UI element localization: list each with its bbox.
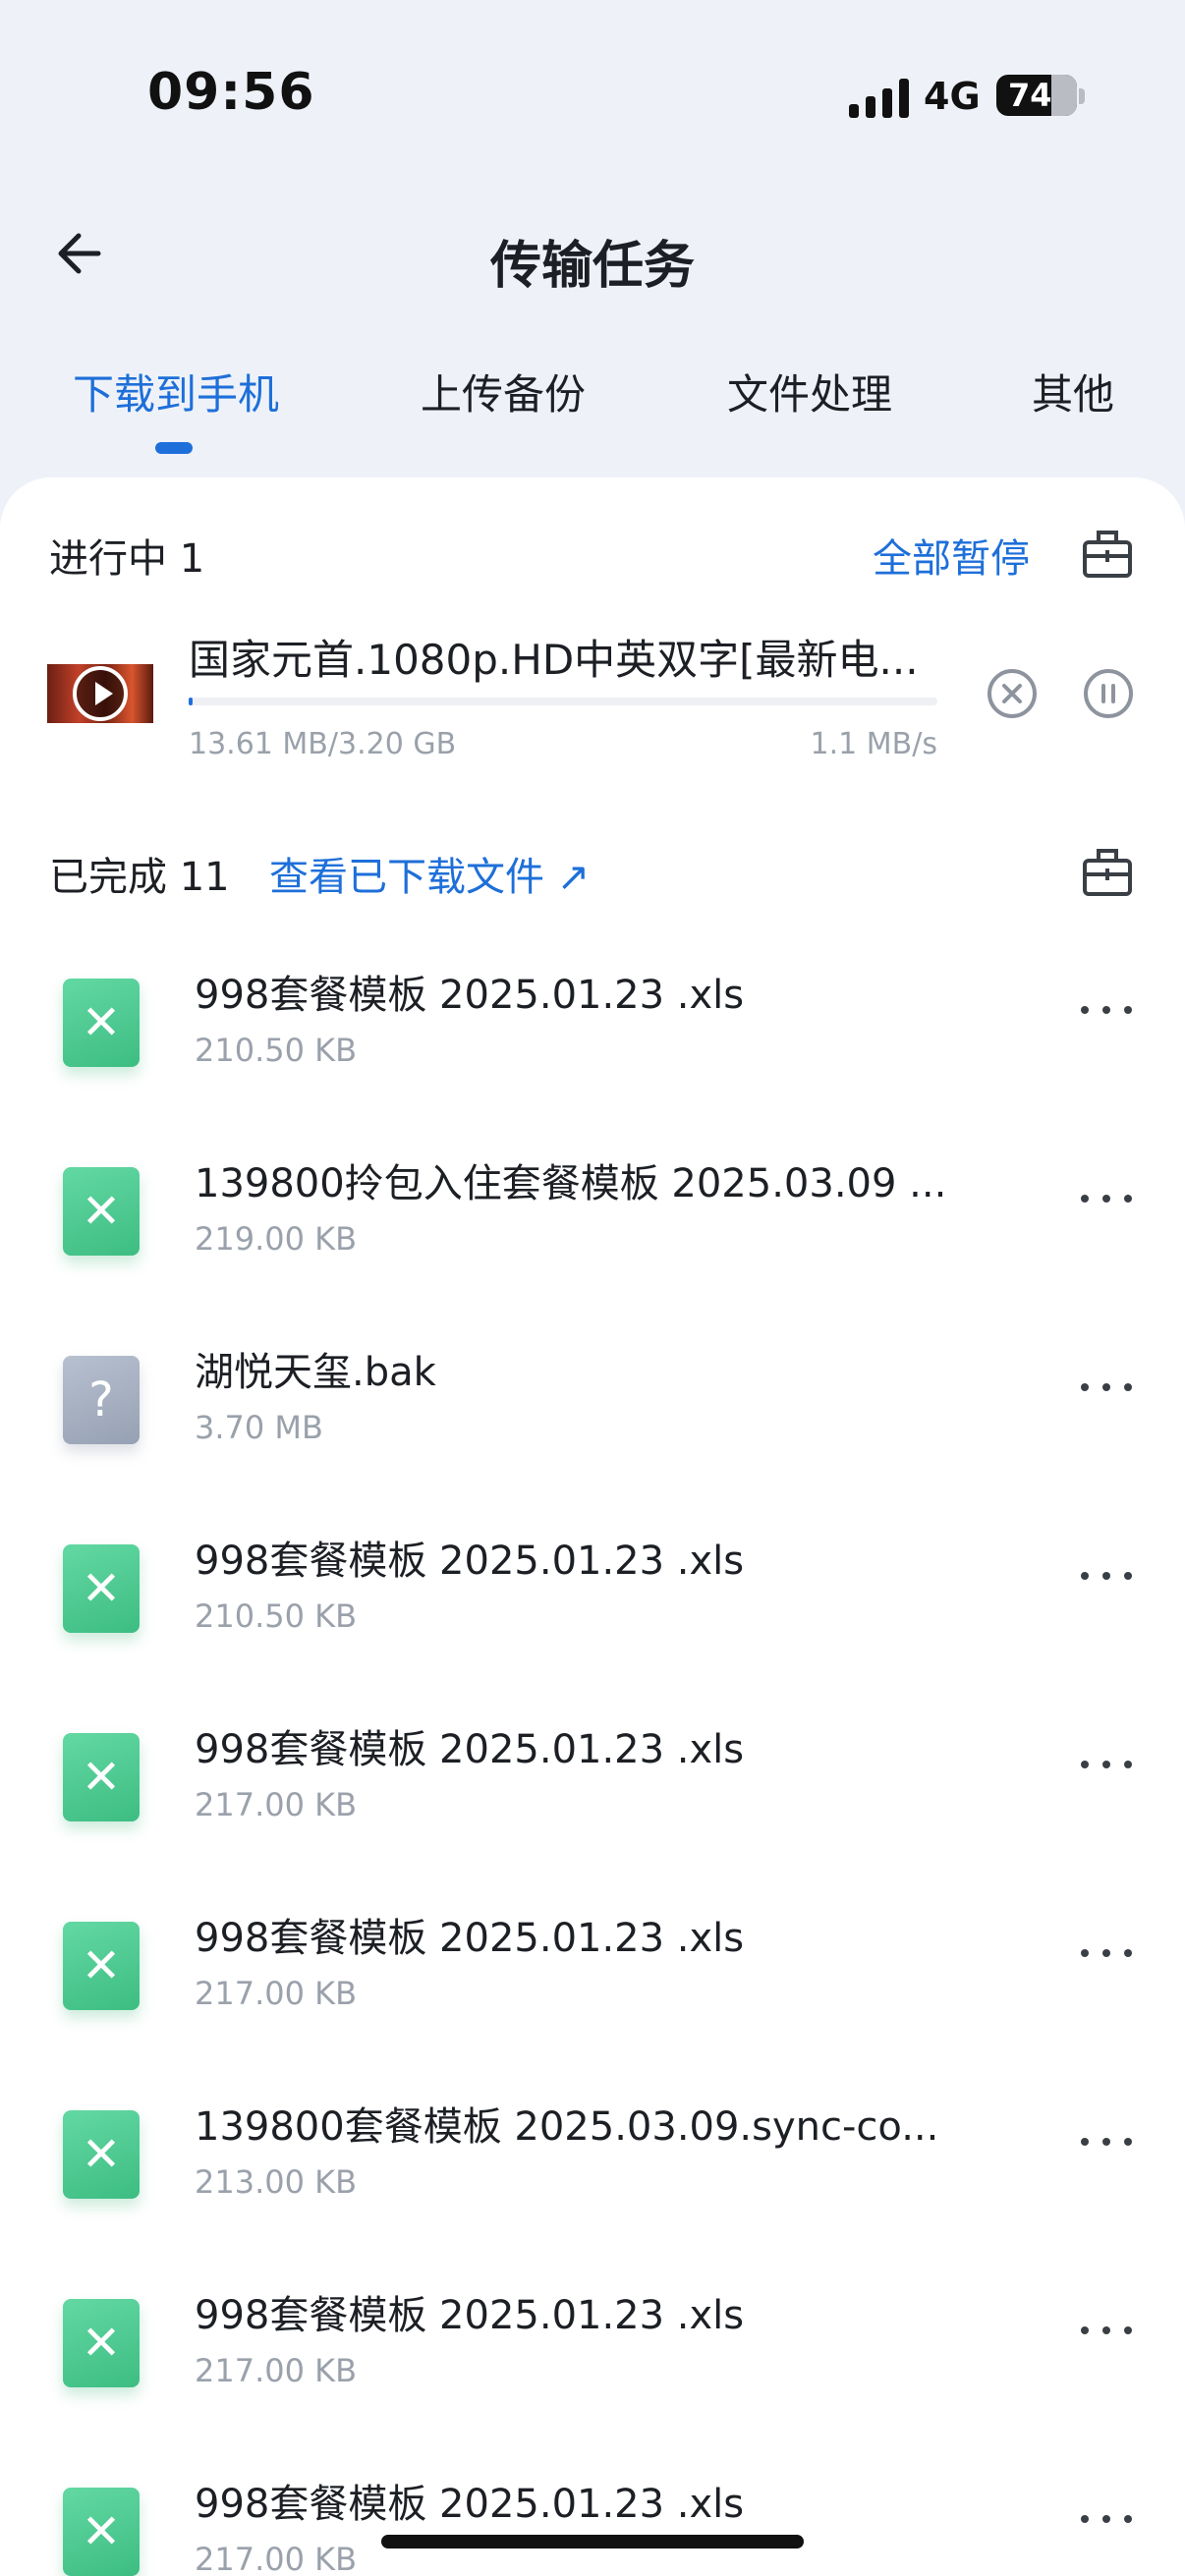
file-size: 217.00 KB [195,1786,358,1823]
page-title: 传输任务 [489,237,695,296]
video-thumbnail[interactable] [47,664,153,723]
file-name: 998套餐模板 2025.01.23 .xls [195,2293,745,2338]
file-row[interactable]: ✕ 139800套餐模板 2025.03.09.sync-co... 213.00 … [0,2075,1185,2264]
more-options-icon[interactable] [1081,1189,1136,1208]
more-options-icon[interactable] [1081,1566,1136,1586]
excel-file-icon: ✕ [63,1922,140,2010]
excel-file-icon: ✕ [63,979,140,1067]
view-downloaded-files-link[interactable]: 查看已下载文件 ↗ [269,845,590,902]
file-name: 998套餐模板 2025.01.23 .xls [195,1539,745,1584]
download-progress-fill [189,698,193,705]
more-options-icon[interactable] [1081,2321,1136,2340]
toolbox-icon[interactable] [1081,527,1134,580]
cancel-download-icon[interactable] [987,668,1038,719]
file-size: 217.00 KB [195,2352,358,2389]
in-progress-label: 进行中 1 [49,536,205,582]
back-arrow-icon[interactable] [51,224,110,283]
more-options-icon[interactable] [1081,1377,1136,1397]
pause-download-icon[interactable] [1083,668,1134,719]
tab-file-processing[interactable]: 文件处理 [727,362,892,421]
file-row[interactable]: ✕ 998套餐模板 2025.01.23 .xls 217.00 KB [0,2452,1185,2576]
excel-file-icon: ✕ [63,2488,140,2576]
excel-file-icon: ✕ [63,2110,140,2199]
completed-label: 已完成 11 [49,855,230,900]
file-row[interactable]: ✕ 998套餐模板 2025.01.23 .xls 217.00 KB [0,1886,1185,2075]
file-row[interactable]: ✕ 998套餐模板 2025.01.23 .xls 217.00 KB [0,1698,1185,1886]
more-options-icon[interactable] [1081,1755,1136,1774]
file-size: 213.00 KB [195,2163,358,2201]
more-options-icon[interactable] [1081,1943,1136,1963]
unknown-file-icon: ? [63,1356,140,1444]
excel-file-icon: ✕ [63,1733,140,1821]
file-name: 湖悦天玺.bak [195,1350,436,1395]
tab-download-to-phone[interactable]: 下载到手机 [73,362,279,421]
download-speed: 1.1 MB/s [810,727,937,761]
battery-level: 74 [1008,77,1052,114]
file-name: 998套餐模板 2025.01.23 .xls [195,2482,745,2527]
battery-tip [1079,88,1085,104]
excel-file-icon: ✕ [63,2299,140,2387]
download-progress-bar [189,698,937,705]
file-name: 139800拎包入住套餐模板 2025.03.09 ... [195,1161,947,1206]
pause-all-button[interactable]: 全部暂停 [873,527,1030,584]
network-type: 4G [924,75,981,118]
file-row[interactable]: ✕ 139800拎包入住套餐模板 2025.03.09 ... 219.00 KB [0,1132,1185,1320]
tab-indicator [155,442,193,454]
file-row[interactable]: ✕ 998套餐模板 2025.01.23 .xls 217.00 KB [0,2264,1185,2452]
excel-file-icon: ✕ [63,1544,140,1633]
status-bar: 09:56 4G 74 [0,0,1185,187]
file-name: 998套餐模板 2025.01.23 .xls [195,973,745,1018]
file-name: 998套餐模板 2025.01.23 .xls [195,1727,745,1772]
more-options-icon[interactable] [1081,2509,1136,2529]
file-size: 210.50 KB [195,1597,358,1635]
downloading-file-size: 13.61 MB/3.20 GB [189,727,457,761]
play-icon [73,666,128,721]
more-options-icon[interactable] [1081,1000,1136,1020]
file-row[interactable]: ? 湖悦天玺.bak 3.70 MB [0,1320,1185,1509]
signal-icon [849,79,910,118]
file-size: 219.00 KB [195,1220,358,1258]
tab-upload-backup[interactable]: 上传备份 [421,362,586,421]
file-row[interactable]: ✕ 998套餐模板 2025.01.23 .xls 210.50 KB [0,943,1185,1132]
file-name: 998套餐模板 2025.01.23 .xls [195,1916,745,1961]
tab-other[interactable]: 其他 [1032,362,1114,421]
tab-bar: 下载到手机 上传备份 文件处理 其他 [0,362,1185,450]
home-indicator [381,2535,804,2548]
battery-icon: 74 [996,75,1077,116]
status-time: 09:56 [147,63,315,122]
downloading-file-name: 国家元首.1080p.HD中英双字[最新电... [189,636,919,684]
file-row[interactable]: ✕ 998套餐模板 2025.01.23 .xls 210.50 KB [0,1509,1185,1698]
file-size: 217.00 KB [195,2541,358,2576]
file-size: 217.00 KB [195,1975,358,2012]
file-size: 3.70 MB [195,1409,323,1446]
file-name: 139800套餐模板 2025.03.09.sync-co... [195,2104,939,2150]
file-size: 210.50 KB [195,1032,358,1069]
more-options-icon[interactable] [1081,2132,1136,2152]
excel-file-icon: ✕ [63,1167,140,1256]
toolbox-icon[interactable] [1081,845,1134,898]
